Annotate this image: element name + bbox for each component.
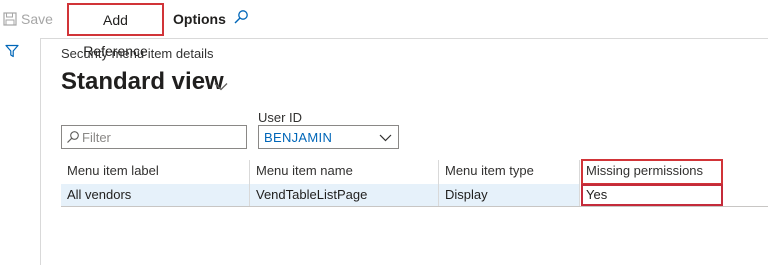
column-header-menu-item-name[interactable]: Menu item name: [250, 160, 439, 184]
save-button-label: Save: [21, 11, 53, 27]
cell-menu-item-type[interactable]: Display: [439, 184, 580, 206]
cell-menu-item-label[interactable]: All vendors: [61, 184, 250, 206]
user-id-value: BENJAMIN: [264, 130, 333, 145]
view-title[interactable]: Standard view: [61, 68, 224, 96]
search-icon: [67, 131, 79, 143]
column-header-menu-item-label[interactable]: Menu item label: [61, 160, 250, 184]
chevron-down-icon[interactable]: [214, 82, 228, 91]
filter-pane-strip: [0, 38, 41, 265]
cell-menu-item-name[interactable]: VendTableListPage: [250, 184, 439, 206]
save-button[interactable]: Save: [0, 4, 60, 34]
filter-icon[interactable]: [5, 44, 19, 58]
save-icon: [3, 12, 17, 26]
column-header-menu-item-type[interactable]: Menu item type: [439, 160, 580, 184]
action-pane: Save Add Reference Options: [0, 0, 768, 59]
filter-input[interactable]: [82, 128, 242, 146]
search-icon: [234, 10, 248, 24]
search-button[interactable]: [233, 5, 253, 35]
page-caption: Security menu item details: [61, 46, 214, 61]
add-reference-button[interactable]: Add Reference: [67, 3, 164, 59]
options-tab[interactable]: Options: [173, 4, 226, 34]
table-row[interactable]: All vendors VendTableListPage Display Ye…: [61, 184, 768, 207]
column-header-missing-permissions[interactable]: Missing permissions: [580, 160, 768, 184]
user-id-label: User ID: [258, 110, 303, 125]
chevron-down-icon[interactable]: [379, 134, 392, 142]
grid-header: Menu item label Menu item name Menu item…: [61, 160, 768, 185]
user-id-dropdown[interactable]: BENJAMIN: [258, 125, 399, 149]
cell-missing-permissions[interactable]: Yes: [580, 184, 768, 206]
filter-field[interactable]: [61, 125, 247, 149]
